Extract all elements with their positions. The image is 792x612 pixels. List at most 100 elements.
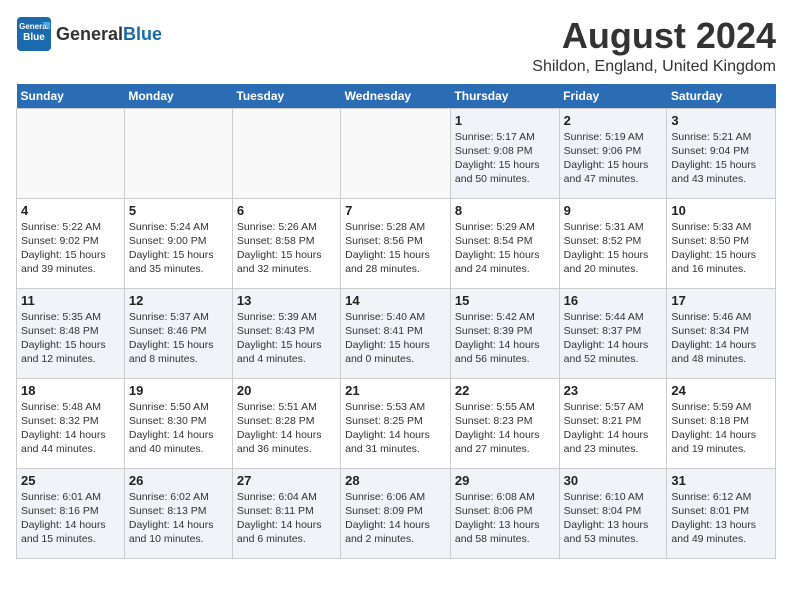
- calendar-cell: 22Sunrise: 5:55 AM Sunset: 8:23 PM Dayli…: [450, 378, 559, 468]
- day-number: 26: [129, 473, 228, 488]
- week-row-3: 11Sunrise: 5:35 AM Sunset: 8:48 PM Dayli…: [17, 288, 776, 378]
- calendar-cell: 3Sunrise: 5:21 AM Sunset: 9:04 PM Daylig…: [667, 108, 776, 198]
- calendar-cell: 31 Sunrise: 6:12 AM Sunset: 8:01 PM Dayli…: [667, 468, 776, 558]
- day-number: 12: [129, 293, 228, 308]
- svg-text:Blue: Blue: [23, 32, 45, 43]
- day-info: Sunrise: 5:59 AM Sunset: 8:18 PM Dayligh…: [671, 400, 771, 457]
- day-number: 15: [455, 293, 555, 308]
- calendar-header: SundayMondayTuesdayWednesdayThursdayFrid…: [17, 84, 776, 109]
- page-header: General Blue GeneralBlue August 2024 Shi…: [16, 16, 776, 76]
- day-info: Sunrise: 5:26 AM Sunset: 8:58 PM Dayligh…: [237, 220, 336, 277]
- day-info: Sunrise: 6:08 AM Sunset: 8:06 PM Dayligh…: [455, 490, 555, 547]
- week-row-5: 25 Sunrise: 6:01 AM Sunset: 8:16 PM Dayli…: [17, 468, 776, 558]
- weekday-header-row: SundayMondayTuesdayWednesdayThursdayFrid…: [17, 84, 776, 109]
- day-number: 19: [129, 383, 228, 398]
- calendar-cell: 23 Sunrise: 5:57 AM Sunset: 8:21 PM Dayli…: [559, 378, 667, 468]
- calendar-cell: 16 Sunrise: 5:44 AM Sunset: 8:37 PM Dayli…: [559, 288, 667, 378]
- calendar-cell: 30 Sunrise: 6:10 AM Sunset: 8:04 PM Dayli…: [559, 468, 667, 558]
- calendar-cell: [17, 108, 125, 198]
- calendar-cell: 6 Sunrise: 5:26 AM Sunset: 8:58 PM Daylig…: [232, 198, 340, 288]
- calendar-cell: 26 Sunrise: 6:02 AM Sunset: 8:13 PM Dayli…: [124, 468, 232, 558]
- day-info: Sunrise: 5:28 AM Sunset: 8:56 PM Dayligh…: [345, 220, 446, 277]
- day-info: Sunrise: 6:01 AM Sunset: 8:16 PM Dayligh…: [21, 490, 120, 547]
- day-info: Sunrise: 5:31 AM Sunset: 8:52 PM Dayligh…: [564, 220, 663, 277]
- day-number: 14: [345, 293, 446, 308]
- logo-text: GeneralBlue: [56, 24, 162, 45]
- day-number: 24: [671, 383, 771, 398]
- calendar-cell: 8 Sunrise: 5:29 AM Sunset: 8:54 PM Daylig…: [450, 198, 559, 288]
- day-info: Sunrise: 5:50 AM Sunset: 8:30 PM Dayligh…: [129, 400, 228, 457]
- weekday-header-thursday: Thursday: [450, 84, 559, 109]
- calendar-table: SundayMondayTuesdayWednesdayThursdayFrid…: [16, 84, 776, 559]
- calendar-cell: 18Sunrise: 5:48 AM Sunset: 8:32 PM Dayli…: [17, 378, 125, 468]
- logo-general: General: [56, 24, 123, 44]
- calendar-cell: 29Sunrise: 6:08 AM Sunset: 8:06 PM Dayli…: [450, 468, 559, 558]
- logo-blue: Blue: [123, 24, 162, 44]
- day-info: Sunrise: 5:53 AM Sunset: 8:25 PM Dayligh…: [345, 400, 446, 457]
- week-row-2: 4Sunrise: 5:22 AM Sunset: 9:02 PM Daylig…: [17, 198, 776, 288]
- month-year-title: August 2024: [532, 16, 776, 56]
- day-info: Sunrise: 5:21 AM Sunset: 9:04 PM Dayligh…: [671, 130, 771, 187]
- day-number: 30: [564, 473, 663, 488]
- day-info: Sunrise: 6:04 AM Sunset: 8:11 PM Dayligh…: [237, 490, 336, 547]
- day-number: 17: [671, 293, 771, 308]
- day-info: Sunrise: 5:33 AM Sunset: 8:50 PM Dayligh…: [671, 220, 771, 277]
- location-subtitle: Shildon, England, United Kingdom: [532, 58, 776, 76]
- day-number: 13: [237, 293, 336, 308]
- calendar-cell: 17 Sunrise: 5:46 AM Sunset: 8:34 PM Dayli…: [667, 288, 776, 378]
- calendar-cell: 1 Sunrise: 5:17 AM Sunset: 9:08 PM Daylig…: [450, 108, 559, 198]
- calendar-cell: [124, 108, 232, 198]
- day-number: 1: [455, 113, 555, 128]
- day-info: Sunrise: 5:44 AM Sunset: 8:37 PM Dayligh…: [564, 310, 663, 367]
- day-number: 4: [21, 203, 120, 218]
- day-number: 5: [129, 203, 228, 218]
- day-number: 6: [237, 203, 336, 218]
- day-number: 23: [564, 383, 663, 398]
- calendar-cell: 27 Sunrise: 6:04 AM Sunset: 8:11 PM Dayli…: [232, 468, 340, 558]
- day-number: 16: [564, 293, 663, 308]
- day-info: Sunrise: 6:06 AM Sunset: 8:09 PM Dayligh…: [345, 490, 446, 547]
- calendar-body: 1 Sunrise: 5:17 AM Sunset: 9:08 PM Daylig…: [17, 108, 776, 558]
- day-info: Sunrise: 5:57 AM Sunset: 8:21 PM Dayligh…: [564, 400, 663, 457]
- day-info: Sunrise: 5:24 AM Sunset: 9:00 PM Dayligh…: [129, 220, 228, 277]
- calendar-cell: 12Sunrise: 5:37 AM Sunset: 8:46 PM Dayli…: [124, 288, 232, 378]
- title-area: August 2024 Shildon, England, United Kin…: [532, 16, 776, 76]
- day-info: Sunrise: 5:35 AM Sunset: 8:48 PM Dayligh…: [21, 310, 120, 367]
- day-info: Sunrise: 5:39 AM Sunset: 8:43 PM Dayligh…: [237, 310, 336, 367]
- calendar-cell: 14 Sunrise: 5:40 AM Sunset: 8:41 PM Dayli…: [341, 288, 451, 378]
- day-number: 28: [345, 473, 446, 488]
- day-number: 7: [345, 203, 446, 218]
- day-number: 27: [237, 473, 336, 488]
- weekday-header-monday: Monday: [124, 84, 232, 109]
- day-number: 10: [671, 203, 771, 218]
- day-info: Sunrise: 6:02 AM Sunset: 8:13 PM Dayligh…: [129, 490, 228, 547]
- day-info: Sunrise: 5:29 AM Sunset: 8:54 PM Dayligh…: [455, 220, 555, 277]
- day-info: Sunrise: 5:40 AM Sunset: 8:41 PM Dayligh…: [345, 310, 446, 367]
- calendar-cell: 2Sunrise: 5:19 AM Sunset: 9:06 PM Daylig…: [559, 108, 667, 198]
- calendar-cell: 24 Sunrise: 5:59 AM Sunset: 8:18 PM Dayli…: [667, 378, 776, 468]
- day-number: 22: [455, 383, 555, 398]
- calendar-cell: 21Sunrise: 5:53 AM Sunset: 8:25 PM Dayli…: [341, 378, 451, 468]
- day-info: Sunrise: 5:46 AM Sunset: 8:34 PM Dayligh…: [671, 310, 771, 367]
- weekday-header-wednesday: Wednesday: [341, 84, 451, 109]
- day-info: Sunrise: 6:12 AM Sunset: 8:01 PM Dayligh…: [671, 490, 771, 547]
- day-info: Sunrise: 5:17 AM Sunset: 9:08 PM Dayligh…: [455, 130, 555, 187]
- day-number: 25: [21, 473, 120, 488]
- weekday-header-tuesday: Tuesday: [232, 84, 340, 109]
- calendar-cell: 7 Sunrise: 5:28 AM Sunset: 8:56 PM Daylig…: [341, 198, 451, 288]
- day-number: 18: [21, 383, 120, 398]
- day-number: 31: [671, 473, 771, 488]
- week-row-1: 1 Sunrise: 5:17 AM Sunset: 9:08 PM Daylig…: [17, 108, 776, 198]
- weekday-header-friday: Friday: [559, 84, 667, 109]
- calendar-cell: 5 Sunrise: 5:24 AM Sunset: 9:00 PM Daylig…: [124, 198, 232, 288]
- logo: General Blue GeneralBlue: [16, 16, 162, 52]
- day-number: 8: [455, 203, 555, 218]
- calendar-cell: 9Sunrise: 5:31 AM Sunset: 8:52 PM Daylig…: [559, 198, 667, 288]
- day-info: Sunrise: 6:10 AM Sunset: 8:04 PM Dayligh…: [564, 490, 663, 547]
- day-info: Sunrise: 5:19 AM Sunset: 9:06 PM Dayligh…: [564, 130, 663, 187]
- calendar-cell: 20Sunrise: 5:51 AM Sunset: 8:28 PM Dayli…: [232, 378, 340, 468]
- calendar-cell: 25 Sunrise: 6:01 AM Sunset: 8:16 PM Dayli…: [17, 468, 125, 558]
- day-number: 20: [237, 383, 336, 398]
- calendar-cell: [232, 108, 340, 198]
- calendar-cell: 15Sunrise: 5:42 AM Sunset: 8:39 PM Dayli…: [450, 288, 559, 378]
